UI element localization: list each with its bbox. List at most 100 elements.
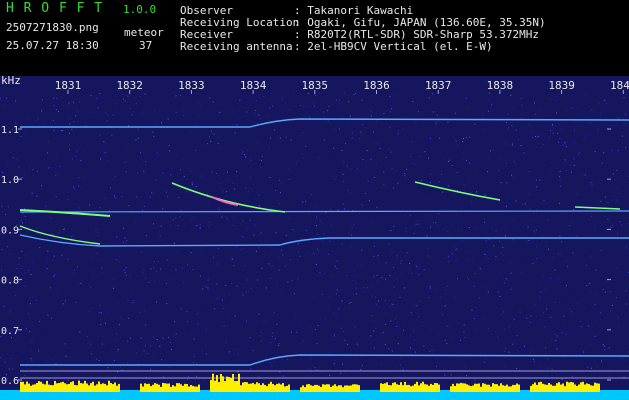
activity-bin	[384, 383, 386, 392]
activity-bin	[220, 374, 222, 392]
activity-bin	[480, 386, 482, 392]
activity-bin	[556, 383, 558, 392]
activity-bin	[576, 385, 578, 392]
activity-bin	[22, 381, 24, 392]
activity-bin	[172, 385, 174, 392]
activity-bin	[266, 386, 268, 392]
activity-bin	[554, 385, 556, 392]
activity-bin	[276, 383, 278, 392]
activity-bin	[568, 382, 570, 392]
time-tick-label: 1834	[240, 79, 267, 92]
activity-bin	[312, 385, 314, 392]
activity-bin	[540, 381, 542, 392]
activity-bin	[176, 383, 178, 392]
activity-bin	[558, 382, 560, 392]
activity-bin	[20, 381, 22, 392]
activity-bin	[86, 383, 88, 392]
activity-bin	[482, 383, 484, 392]
activity-bin	[270, 381, 272, 392]
activity-bin	[106, 385, 108, 392]
activity-bin	[160, 386, 162, 392]
activity-bin	[390, 385, 392, 392]
activity-bin	[226, 376, 228, 392]
activity-bin	[70, 382, 72, 392]
activity-bin	[50, 385, 52, 392]
time-tick-label: 1833	[178, 79, 205, 92]
activity-bin	[518, 384, 520, 392]
activity-bin	[64, 383, 66, 392]
activity-bin	[470, 386, 472, 392]
activity-bin	[174, 386, 176, 392]
activity-bin	[272, 384, 274, 392]
activity-bin	[420, 383, 422, 392]
activity-bin	[188, 386, 190, 392]
activity-bin	[408, 384, 410, 392]
activity-bin	[534, 382, 536, 392]
activity-bin	[280, 384, 282, 392]
activity-bin	[506, 384, 508, 392]
activity-bin	[56, 383, 58, 392]
activity-bin	[486, 384, 488, 392]
activity-bin	[74, 385, 76, 392]
activity-bin	[118, 383, 120, 392]
activity-bin	[248, 383, 250, 392]
activity-bin	[538, 382, 540, 392]
time-tick-label: 1832	[116, 79, 143, 92]
activity-bin	[234, 381, 236, 392]
activity-bin	[456, 383, 458, 392]
activity-bin	[596, 383, 598, 392]
activity-bin	[552, 385, 554, 392]
freq-tick-label: 1.1	[1, 125, 19, 136]
activity-bin	[494, 384, 496, 392]
freq-tick-label: 1.0	[1, 175, 19, 186]
activity-bin	[580, 382, 582, 392]
activity-bin	[44, 384, 46, 392]
activity-bin	[594, 382, 596, 392]
activity-bin	[148, 383, 150, 392]
activity-bin	[144, 383, 146, 392]
activity-bin	[344, 385, 346, 392]
activity-bin	[102, 383, 104, 392]
activity-bin	[306, 384, 308, 392]
activity-bin	[26, 381, 28, 392]
activity-bin	[168, 383, 170, 392]
activity-bin	[142, 386, 144, 392]
activity-bin	[218, 382, 220, 392]
activity-bin	[488, 384, 490, 392]
activity-bin	[240, 385, 242, 392]
activity-bin	[386, 382, 388, 392]
activity-bin	[194, 386, 196, 392]
activity-bin	[224, 381, 226, 392]
activity-bin	[158, 384, 160, 392]
activity-bin	[38, 381, 40, 392]
activity-bin	[358, 385, 360, 392]
activity-bin	[260, 385, 262, 392]
activity-bin	[466, 384, 468, 392]
activity-bin	[112, 384, 114, 392]
activity-bin	[222, 376, 224, 392]
activity-bin	[316, 384, 318, 392]
activity-bin	[398, 384, 400, 392]
time-tick-label: 1840	[610, 79, 629, 92]
activity-bin	[58, 383, 60, 392]
activity-bin	[322, 384, 324, 392]
activity-bin	[584, 384, 586, 392]
activity-bin	[394, 382, 396, 392]
activity-bin	[396, 384, 398, 392]
activity-bin	[210, 380, 212, 392]
activity-bin	[278, 383, 280, 392]
activity-bin	[406, 385, 408, 392]
activity-bin	[152, 384, 154, 392]
activity-bin	[542, 383, 544, 392]
activity-bin	[84, 380, 86, 392]
activity-bin	[30, 385, 32, 392]
activity-bin	[52, 385, 54, 392]
activity-bin	[536, 384, 538, 392]
time-tick-label: 1839	[548, 79, 575, 92]
activity-bin	[94, 385, 96, 392]
activity-bin	[510, 386, 512, 392]
spectrogram: 1831 1832 1833 1834 1835 1836 1837 1838 1839 1840…	[0, 74, 629, 400]
freq-tick-label: 0.9	[1, 225, 19, 236]
activity-bin	[156, 383, 158, 392]
activity-bin	[254, 384, 256, 392]
